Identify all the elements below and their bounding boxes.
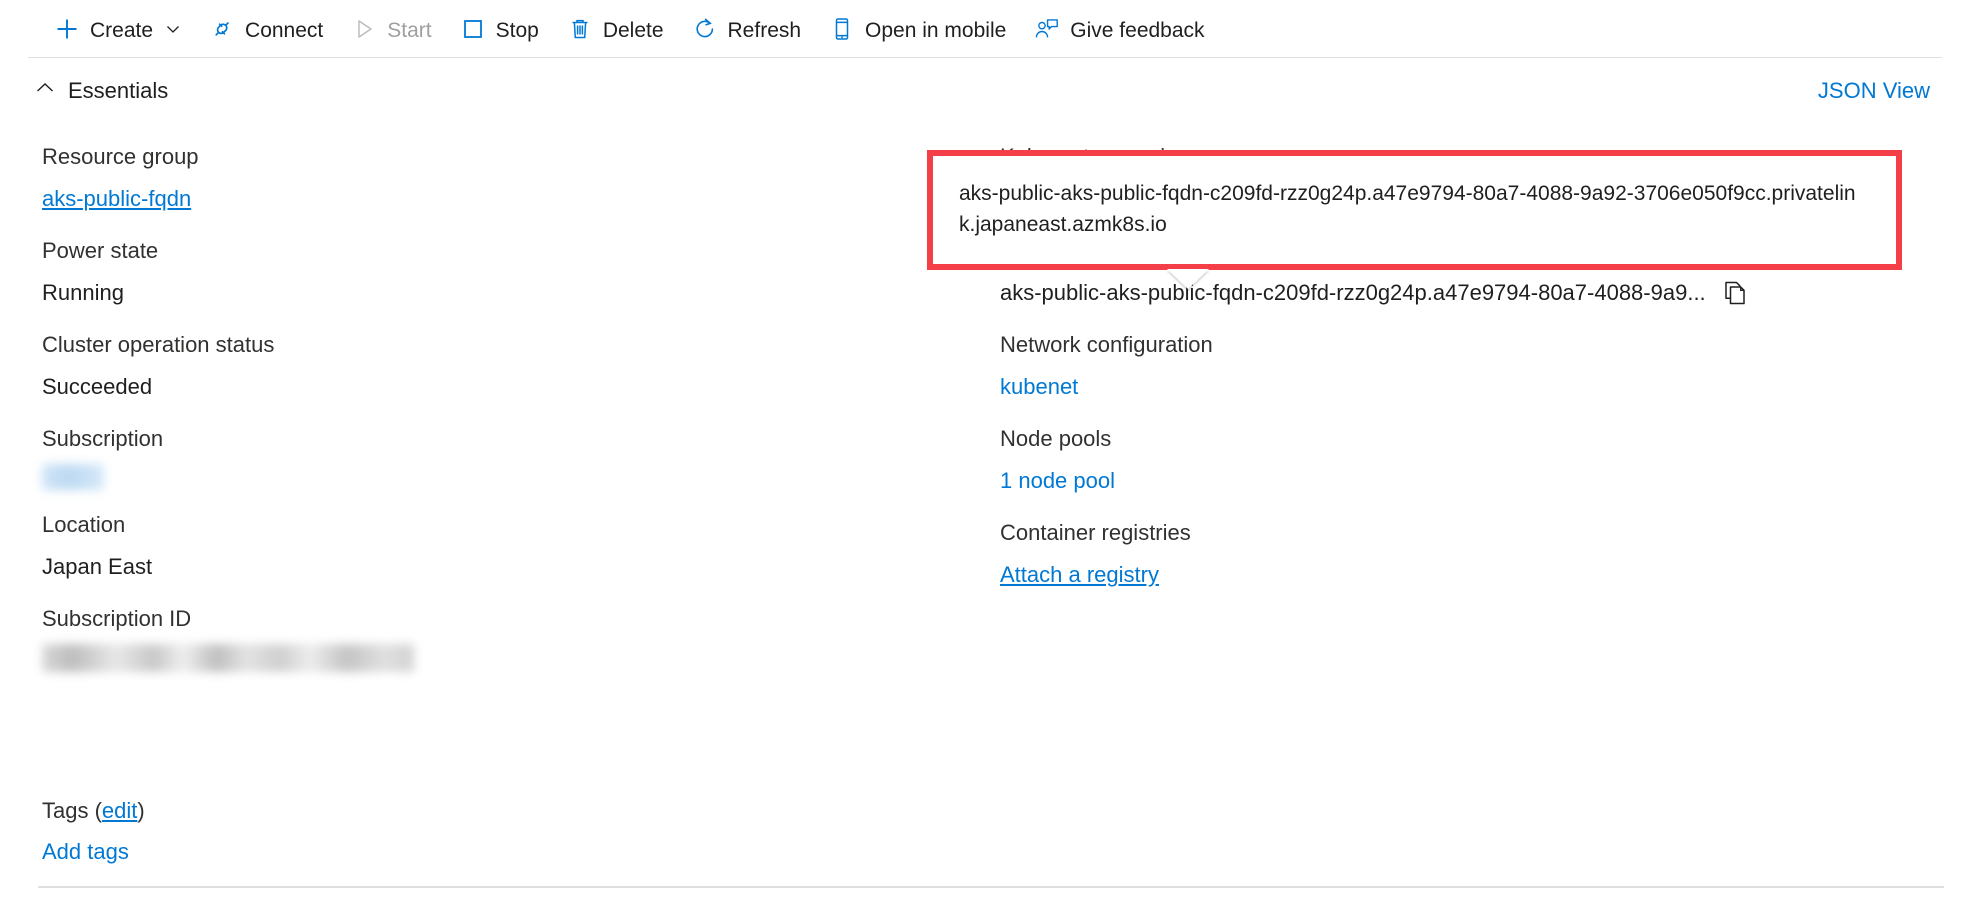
network-configuration-link[interactable]: kubenet [1000,370,1078,404]
connect-icon [209,16,235,42]
give-feedback-button[interactable]: Give feedback [1020,7,1218,51]
tooltip-beak [1167,269,1209,289]
attach-a-registry-link[interactable]: Attach a registry [1000,558,1159,592]
chevron-down-icon [165,21,181,37]
resource-group-link[interactable]: aks-public-fqdn [42,182,191,216]
tags-label-prefix: Tags ( [42,798,102,823]
essentials-header: Essentials JSON View [0,77,1970,119]
give-feedback-button-label: Give feedback [1070,20,1204,41]
open-in-mobile-button[interactable]: Open in mobile [815,7,1020,51]
trash-icon [567,16,593,42]
copy-icon[interactable] [1720,278,1750,308]
api-server-address-tooltip: aks-public-aks-public-fqdn-c209fd-rzz0g2… [927,150,1902,270]
stop-button-label: Stop [496,20,539,41]
field-label: Node pools [1000,422,1900,456]
field-container-registries: Container registries Attach a registry [1000,516,1900,592]
field-label: Location [42,508,942,542]
essentials-left-column: Resource group aks-public-fqdn Power sta… [42,140,942,690]
tags-section: Tags (edit) Add tags [42,795,145,869]
create-button[interactable]: Create [40,7,195,51]
field-cluster-operation-status: Cluster operation status Succeeded [42,328,942,404]
tags-label-suffix: ) [137,798,144,823]
field-label: Subscription [42,422,942,456]
essentials-label: Essentials [68,78,168,104]
field-node-pools: Node pools 1 node pool [1000,422,1900,498]
aks-overview-page: Create Connect Start [0,0,1970,900]
plus-icon [54,16,80,42]
field-power-state: Power state Running [42,234,942,310]
add-tags-link[interactable]: Add tags [42,835,145,869]
field-label: Power state [42,234,942,268]
subscription-value-redacted [42,464,104,490]
tooltip-box: aks-public-aks-public-fqdn-c209fd-rzz0g2… [927,150,1902,270]
chevron-up-icon [34,77,56,105]
essentials-collapse-toggle[interactable]: Essentials [34,77,168,105]
start-button[interactable]: Start [337,7,445,51]
feedback-icon [1034,16,1060,42]
create-button-label: Create [90,20,153,41]
refresh-icon [692,16,718,42]
delete-button[interactable]: Delete [553,7,678,51]
connect-button[interactable]: Connect [195,7,337,51]
open-in-mobile-button-label: Open in mobile [865,20,1006,41]
stop-button[interactable]: Stop [446,7,553,51]
field-label: Resource group [42,140,942,174]
field-label: Subscription ID [42,602,942,636]
play-icon [351,16,377,42]
field-label: Cluster operation status [42,328,942,362]
bottom-divider [38,886,1944,888]
command-bar-divider [28,57,1942,58]
field-subscription: Subscription [42,422,942,490]
tags-edit-link[interactable]: edit [102,798,137,823]
tags-label: Tags (edit) [42,795,145,827]
start-button-label: Start [387,20,431,41]
node-pools-link[interactable]: 1 node pool [1000,464,1115,498]
field-label: Network configuration [1000,328,1900,362]
field-resource-group: Resource group aks-public-fqdn [42,140,942,216]
stop-icon [460,16,486,42]
subscription-id-value-redacted [42,644,414,672]
refresh-button-label: Refresh [728,20,802,41]
power-state-value: Running [42,276,942,310]
delete-button-label: Delete [603,20,664,41]
field-subscription-id: Subscription ID [42,602,942,672]
command-bar: Create Connect Start [0,0,1970,58]
field-location: Location Japan East [42,508,942,584]
cluster-operation-status-value: Succeeded [42,370,942,404]
refresh-button[interactable]: Refresh [678,7,816,51]
connect-button-label: Connect [245,20,323,41]
api-server-address-value: aks-public-aks-public-fqdn-c209fd-rzz0g2… [1000,276,1706,310]
json-view-link[interactable]: JSON View [1818,78,1930,104]
mobile-icon [829,16,855,42]
location-value: Japan East [42,550,942,584]
field-label: Container registries [1000,516,1900,550]
field-network-configuration: Network configuration kubenet [1000,328,1900,404]
tooltip-text: aks-public-aks-public-fqdn-c209fd-rzz0g2… [959,178,1870,240]
